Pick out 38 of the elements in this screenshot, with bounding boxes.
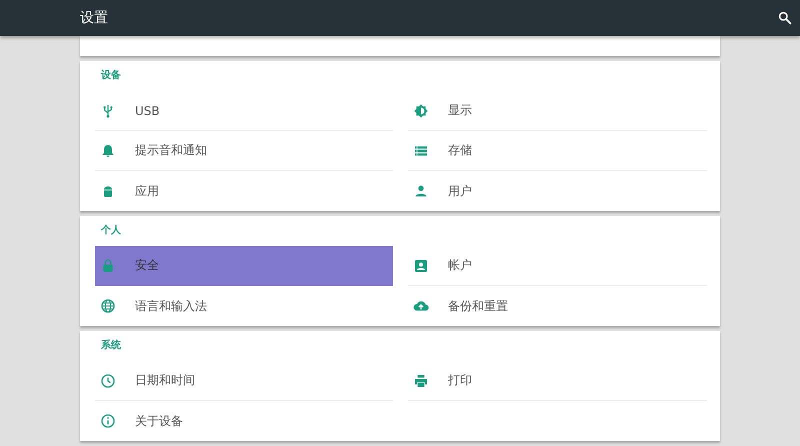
item-label: 帐户 — [448, 257, 472, 274]
item-label: 安全 — [135, 257, 159, 274]
settings-item[interactable]: 应用 — [95, 171, 393, 211]
bell-icon — [100, 142, 116, 158]
settings-item[interactable]: 提示音和通知 — [95, 131, 393, 171]
account-icon — [413, 258, 429, 274]
item-label: 语言和输入法 — [135, 298, 207, 314]
item-label: 应用 — [135, 182, 159, 200]
settings-item[interactable]: 日期和时间 — [95, 361, 393, 401]
person-icon — [413, 183, 429, 199]
settings-item[interactable]: 用户 — [408, 171, 707, 211]
item-label: 存储 — [448, 142, 472, 159]
settings-item[interactable]: 关于设备 — [95, 401, 393, 441]
item-label: 备份和重置 — [448, 298, 508, 314]
settings-item[interactable]: 帐户 — [408, 246, 707, 286]
section-heading: 个人 — [100, 224, 122, 238]
settings-item[interactable]: 语言和输入法 — [95, 286, 393, 326]
item-label: 打印 — [448, 372, 472, 389]
item-label: 日期和时间 — [135, 372, 195, 389]
settings-item[interactable]: 打印 — [408, 361, 707, 401]
clock-icon — [100, 372, 116, 388]
item-label: 提示音和通知 — [135, 142, 207, 159]
app-title: 设置 — [80, 9, 108, 27]
settings-item[interactable]: USB — [95, 91, 393, 131]
search-icon[interactable] — [777, 10, 793, 26]
section-heading: 系统 — [100, 338, 122, 353]
item-label: 关于设备 — [135, 412, 183, 430]
printer-icon — [413, 372, 429, 388]
item-label: USB — [135, 104, 160, 118]
globe-icon — [100, 298, 116, 314]
settings-item[interactable]: 存储 — [408, 131, 707, 171]
item-label: 用户 — [448, 182, 472, 200]
settings-item[interactable]: 显示 — [408, 91, 707, 131]
section-heading: 设备 — [100, 68, 122, 83]
info-icon — [100, 413, 116, 429]
settings-item[interactable]: 备份和重置 — [408, 286, 707, 326]
item-label: 显示 — [448, 102, 472, 119]
brightness-icon — [413, 102, 429, 118]
